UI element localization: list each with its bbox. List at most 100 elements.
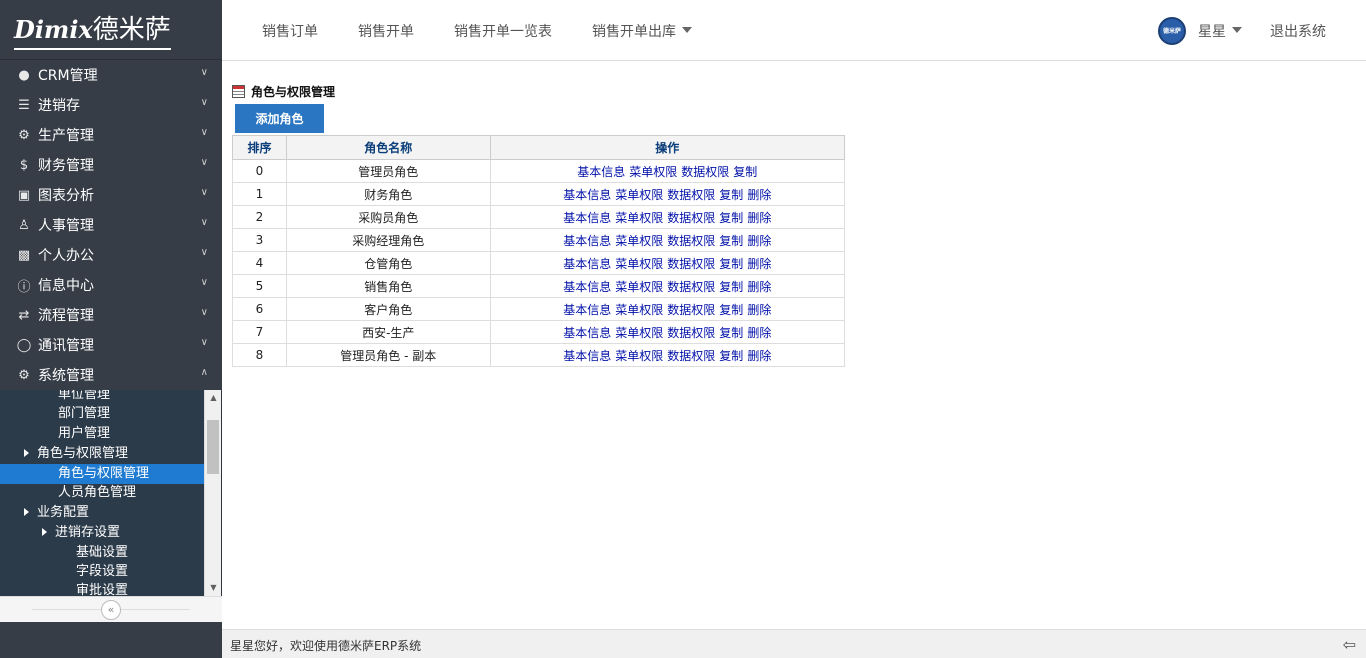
menu-permission-link[interactable]: 菜单权限: [615, 188, 663, 202]
back-arrow-icon[interactable]: ⇦: [1343, 635, 1356, 654]
user-icon: ●: [18, 67, 30, 83]
column-header-role-name[interactable]: 角色名称: [285, 135, 491, 160]
avatar[interactable]: 德米萨: [1158, 16, 1186, 45]
copy-link[interactable]: 复制: [719, 326, 743, 340]
system-submenu: 单位管理 部门管理 用户管理 角色与权限管理 角色与权限管理 人员角色管理 业务…: [0, 390, 222, 596]
data-permission-link[interactable]: 数据权限: [667, 234, 715, 248]
menu-permission-link[interactable]: 菜单权限: [615, 234, 663, 248]
delete-link[interactable]: 删除: [747, 234, 771, 248]
logout-link[interactable]: 退出系统: [1270, 21, 1326, 41]
delete-link[interactable]: 删除: [747, 211, 771, 225]
menu-permission-link[interactable]: 菜单权限: [615, 280, 663, 294]
sidebar-item-info[interactable]: ⓘ 信息中心 ∨: [0, 270, 222, 300]
logo[interactable]: Dimix德米萨: [0, 0, 222, 60]
sidebar-item-workflow[interactable]: ⇄ 流程管理 ∨: [0, 300, 222, 330]
data-permission-link[interactable]: 数据权限: [667, 326, 715, 340]
delete-link[interactable]: 删除: [747, 188, 771, 202]
nav-sales-invoice-list[interactable]: 销售开单一览表: [454, 21, 552, 41]
cell-order: 7: [232, 320, 287, 344]
dollar-icon: $: [19, 157, 29, 173]
copy-link[interactable]: 复制: [719, 303, 743, 317]
submenu-group-business[interactable]: 业务配置: [0, 503, 204, 523]
sidebar-item-hr[interactable]: ♙ 人事管理 ∨: [0, 210, 222, 240]
sidebar-bottom: [0, 622, 222, 658]
basic-info-link[interactable]: 基本信息: [563, 303, 611, 317]
copy-link[interactable]: 复制: [733, 165, 757, 179]
nav-sales-invoice-outbound[interactable]: 销售开单出库: [592, 21, 692, 41]
welcome-text: 星星您好，欢迎使用德米萨ERP系统: [230, 639, 422, 653]
submenu-group-roles[interactable]: 角色与权限管理: [0, 444, 204, 464]
submenu-item-departments[interactable]: 部门管理: [0, 404, 204, 424]
scroll-thumb[interactable]: [207, 420, 219, 474]
main-content: 角色与权限管理 添加角色 排序 角色名称 操作 0 管理员角色 基本信息 菜单权限 数据…: [232, 80, 846, 367]
sidebar-item-crm[interactable]: ● CRM管理 ∨: [0, 60, 222, 90]
collapse-sidebar-button[interactable]: «: [101, 600, 121, 620]
sidebar-item-system[interactable]: ⚙ 系统管理 ∧: [0, 360, 222, 390]
list-icon: ☰: [18, 97, 30, 113]
menu-permission-link[interactable]: 菜单权限: [615, 326, 663, 340]
user-menu[interactable]: 星星: [1198, 21, 1242, 41]
basic-info-link[interactable]: 基本信息: [563, 257, 611, 271]
data-permission-link[interactable]: 数据权限: [667, 188, 715, 202]
delete-link[interactable]: 删除: [747, 280, 771, 294]
column-header-order[interactable]: 排序: [232, 135, 287, 160]
scroll-up-icon[interactable]: ▲: [205, 390, 222, 406]
copy-link[interactable]: 复制: [719, 280, 743, 294]
menu-permission-link[interactable]: 菜单权限: [615, 303, 663, 317]
submenu-item-basic-settings[interactable]: 基础设置: [0, 543, 204, 563]
sidebar-item-comm[interactable]: ◯ 通讯管理 ∨: [0, 330, 222, 360]
copy-link[interactable]: 复制: [719, 188, 743, 202]
copy-link[interactable]: 复制: [719, 234, 743, 248]
data-permission-link[interactable]: 数据权限: [667, 211, 715, 225]
copy-link[interactable]: 复制: [719, 349, 743, 363]
scroll-down-icon[interactable]: ▼: [205, 580, 222, 596]
sidebar-item-inventory[interactable]: ☰ 进销存 ∨: [0, 90, 222, 120]
submenu-item-role-permissions[interactable]: 角色与权限管理: [0, 464, 204, 484]
menu-permission-link[interactable]: 菜单权限: [615, 211, 663, 225]
copy-link[interactable]: 复制: [719, 257, 743, 271]
table-row: 7 西安-生产 基本信息 菜单权限 数据权限 复制 删除: [232, 320, 846, 344]
menu-permission-link[interactable]: 菜单权限: [615, 257, 663, 271]
nav-sales-order[interactable]: 销售订单: [262, 21, 318, 41]
delete-link[interactable]: 删除: [747, 326, 771, 340]
data-permission-link[interactable]: 数据权限: [681, 165, 729, 179]
user-box: 德米萨 星星 退出系统: [1158, 0, 1326, 61]
sidebar-item-charts[interactable]: ▣ 图表分析 ∨: [0, 180, 222, 210]
sidebar-item-production[interactable]: ⚙ 生产管理 ∨: [0, 120, 222, 150]
sidebar-item-finance[interactable]: $ 财务管理 ∨: [0, 150, 222, 180]
chevron-down-icon: ∨: [200, 217, 208, 228]
basic-info-link[interactable]: 基本信息: [563, 280, 611, 294]
basic-info-link[interactable]: 基本信息: [563, 211, 611, 225]
copy-link[interactable]: 复制: [719, 211, 743, 225]
submenu-item-person-roles[interactable]: 人员角色管理: [0, 483, 204, 503]
sidebar-item-office[interactable]: ▩ 个人办公 ∨: [0, 240, 222, 270]
chevron-down-icon: ∨: [200, 337, 208, 348]
data-permission-link[interactable]: 数据权限: [667, 303, 715, 317]
basic-info-link[interactable]: 基本信息: [563, 188, 611, 202]
chevron-down-icon: ∨: [200, 187, 208, 198]
menu-permission-link[interactable]: 菜单权限: [629, 165, 677, 179]
basic-info-link[interactable]: 基本信息: [563, 234, 611, 248]
add-role-button[interactable]: 添加角色: [235, 104, 324, 133]
menu-permission-link[interactable]: 菜单权限: [615, 349, 663, 363]
basic-info-link[interactable]: 基本信息: [563, 349, 611, 363]
submenu-group-inventory-settings[interactable]: 进销存设置: [0, 523, 204, 543]
cell-role-name: 销售角色: [285, 274, 491, 298]
delete-link[interactable]: 删除: [747, 257, 771, 271]
delete-link[interactable]: 删除: [747, 349, 771, 363]
data-permission-link[interactable]: 数据权限: [667, 257, 715, 271]
cell-actions: 基本信息 菜单权限 数据权限 复制 删除: [489, 297, 846, 321]
nav-sales-invoice[interactable]: 销售开单: [358, 21, 414, 41]
submenu-item-approval-settings[interactable]: 审批设置: [0, 581, 204, 596]
submenu-item-users[interactable]: 用户管理: [0, 424, 204, 444]
basic-info-link[interactable]: 基本信息: [563, 326, 611, 340]
cell-order: 5: [232, 274, 287, 298]
submenu-item-field-settings[interactable]: 字段设置: [0, 562, 204, 582]
data-permission-link[interactable]: 数据权限: [667, 349, 715, 363]
data-permission-link[interactable]: 数据权限: [667, 280, 715, 294]
basic-info-link[interactable]: 基本信息: [577, 165, 625, 179]
cell-actions: 基本信息 菜单权限 数据权限 复制 删除: [489, 251, 846, 275]
submenu-scrollbar[interactable]: ▲ ▼: [204, 390, 221, 596]
delete-link[interactable]: 删除: [747, 303, 771, 317]
submenu-item-units[interactable]: 单位管理: [0, 390, 204, 405]
